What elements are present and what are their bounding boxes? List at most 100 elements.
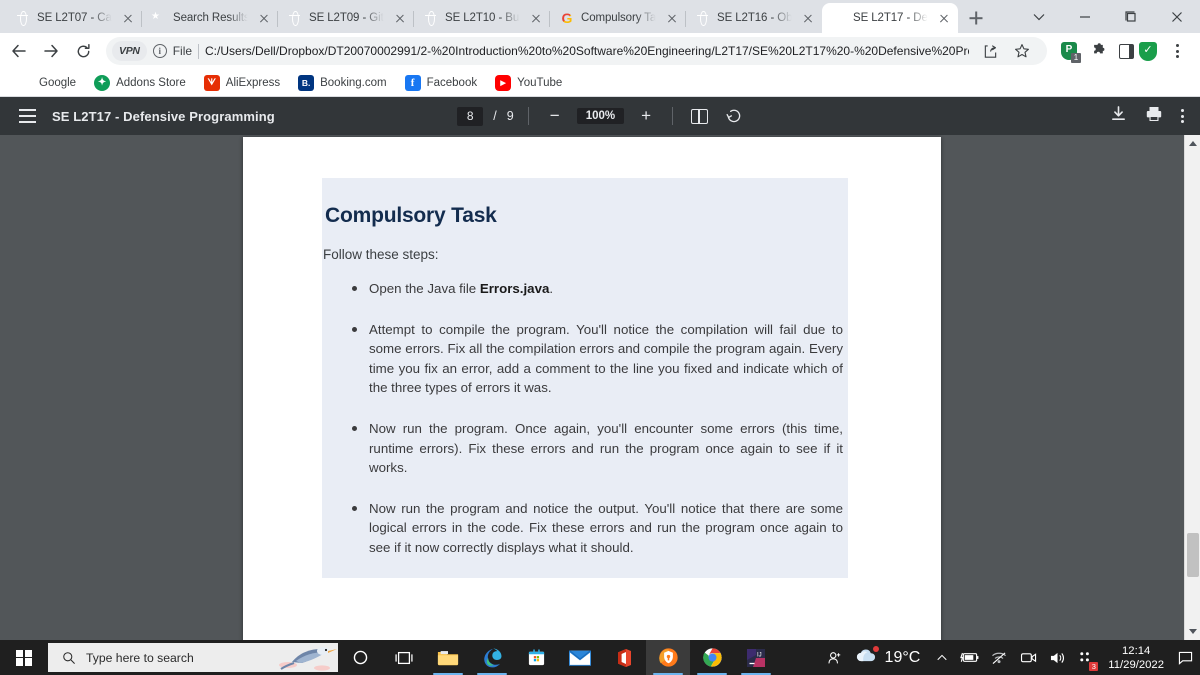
print-icon[interactable] <box>1145 105 1163 128</box>
scroll-up-button[interactable] <box>1185 135 1200 152</box>
forward-arrow-icon[interactable] <box>36 36 66 66</box>
tab-title: SE L2T10 - Build y <box>445 12 522 24</box>
close-icon[interactable] <box>120 10 136 26</box>
weather-widget[interactable]: 19°C <box>849 646 931 668</box>
bookmark-google[interactable]: G Google <box>8 71 85 95</box>
bookmark-label: Facebook <box>426 76 478 89</box>
tab-title: SE L2T16 - Objec <box>717 12 794 24</box>
divider <box>198 43 200 59</box>
browser-tab-7-active[interactable]: SE L2T17 - Defen <box>822 3 958 33</box>
address-bar[interactable]: VPN i File C:/Users/Dell/Dropbox/DT20070… <box>106 37 1047 65</box>
google-chrome-icon[interactable] <box>690 640 734 675</box>
google-icon: G <box>20 75 30 90</box>
avast-shield-icon[interactable] <box>1139 41 1157 61</box>
hamburger-menu-icon[interactable] <box>10 99 44 133</box>
tab-strip: SE L2T07 - Capsto Search Results | C SE … <box>0 0 1200 33</box>
microsoft-edge-icon[interactable] <box>470 640 514 675</box>
zoom-level-label[interactable]: 100% <box>576 108 625 124</box>
url-text: C:/Users/Dell/Dropbox/DT20070002991/2-%2… <box>205 44 969 58</box>
divider <box>672 107 674 125</box>
windows-start-icon[interactable] <box>0 640 48 675</box>
fit-to-page-icon[interactable] <box>687 104 711 128</box>
windows-taskbar: Type here to search IJ 19°C 3 12:14 11/2… <box>0 640 1200 675</box>
scroll-down-button[interactable] <box>1185 623 1200 640</box>
browser-tab-2[interactable]: Search Results | C <box>142 3 278 33</box>
pdf-scroll-area[interactable]: Compulsory Task Follow these steps: Open… <box>0 135 1200 642</box>
browser-tab-5[interactable]: G Compulsory Task <box>550 3 686 33</box>
puzzle-icon[interactable] <box>1084 36 1114 66</box>
three-dot-menu-icon[interactable] <box>1162 36 1192 66</box>
browser-tab-6[interactable]: SE L2T16 - Objec <box>686 3 822 33</box>
browser-tab-4[interactable]: SE L2T10 - Build y <box>414 3 550 33</box>
youtube-icon: ▶ <box>495 74 512 91</box>
close-icon[interactable] <box>664 10 680 26</box>
bookmark-booking[interactable]: B. Booking.com <box>289 71 395 95</box>
bookmark-addons-store[interactable]: ✦ Addons Store <box>85 71 195 95</box>
chevron-up-icon[interactable] <box>930 640 954 675</box>
facebook-icon: f <box>404 74 421 91</box>
bookmark-star-icon[interactable] <box>1007 37 1037 65</box>
new-tab-button[interactable] <box>962 4 990 32</box>
system-tray: 19°C 3 12:14 11/29/2022 <box>821 640 1200 675</box>
vertical-scrollbar[interactable] <box>1184 135 1200 640</box>
bookmark-label: AliExpress <box>225 76 281 89</box>
people-icon[interactable] <box>821 640 849 675</box>
list-item: Now run the program and notice the outpu… <box>323 499 847 558</box>
back-arrow-icon[interactable] <box>4 36 34 66</box>
bookmark-youtube[interactable]: ▶ YouTube <box>486 71 571 95</box>
pdf-page-controls: 8 / 9 − 100% + <box>457 104 745 128</box>
scrollbar-thumb[interactable] <box>1187 533 1199 577</box>
list-item: Now run the program. Once again, you'll … <box>323 419 847 478</box>
close-button[interactable] <box>1154 0 1200 33</box>
zoom-out-button[interactable]: − <box>543 104 567 128</box>
share-icon[interactable] <box>975 37 1005 65</box>
maximize-button[interactable] <box>1108 0 1154 33</box>
site-info-icon[interactable]: i <box>152 44 167 58</box>
bookmark-facebook[interactable]: f Facebook <box>396 71 487 95</box>
mail-icon[interactable] <box>558 640 602 675</box>
intro-text: Follow these steps: <box>323 247 439 262</box>
updates-icon[interactable]: 3 <box>1072 640 1100 675</box>
volume-icon[interactable] <box>1043 640 1072 675</box>
file-explorer-icon[interactable] <box>426 640 470 675</box>
browser-tab-1[interactable]: SE L2T07 - Capsto <box>6 3 142 33</box>
close-icon[interactable] <box>800 10 816 26</box>
close-icon[interactable] <box>528 10 544 26</box>
close-icon[interactable] <box>256 10 272 26</box>
battery-charging-icon[interactable] <box>954 640 985 675</box>
browser-tab-3[interactable]: SE L2T09 - Git Bas <box>278 3 414 33</box>
clock[interactable]: 12:14 11/29/2022 <box>1100 644 1172 672</box>
side-panel-icon[interactable] <box>1119 43 1134 59</box>
network-icon[interactable] <box>985 640 1014 675</box>
close-icon[interactable] <box>936 10 952 26</box>
current-page-input[interactable]: 8 <box>457 106 484 126</box>
clock-date: 11/29/2022 <box>1108 658 1164 671</box>
task-view-icon[interactable] <box>382 640 426 675</box>
avast-secure-browser-icon[interactable] <box>646 640 690 675</box>
addons-icon: ✦ <box>94 74 111 91</box>
intellij-idea-icon[interactable]: IJ <box>734 640 778 675</box>
password-manager-icon[interactable]: 1 <box>1061 41 1081 63</box>
vpn-indicator[interactable]: VPN <box>112 41 147 61</box>
search-icon <box>63 651 75 664</box>
microsoft-store-icon[interactable] <box>514 640 558 675</box>
cortana-icon[interactable] <box>338 640 382 675</box>
tab-title: Compulsory Task <box>581 12 658 24</box>
extension-icons: 1 <box>1055 36 1192 66</box>
download-icon[interactable] <box>1110 105 1127 127</box>
reload-icon[interactable] <box>68 36 98 66</box>
window-controls <box>1016 0 1200 33</box>
camera-icon[interactable] <box>1014 640 1043 675</box>
bookmark-aliexpress[interactable]: ᗐ AliExpress <box>195 71 289 95</box>
microsoft-office-icon[interactable] <box>602 640 646 675</box>
zoom-in-button[interactable]: + <box>634 104 658 128</box>
pdf-more-menu-icon[interactable] <box>1181 109 1184 123</box>
search-input[interactable]: Type here to search <box>48 643 338 672</box>
bookmark-label: YouTube <box>517 76 563 89</box>
tab-search-icon[interactable] <box>1016 0 1062 33</box>
clock-time: 12:14 <box>1122 644 1151 657</box>
close-icon[interactable] <box>392 10 408 26</box>
rotate-icon[interactable] <box>721 104 745 128</box>
minimize-button[interactable] <box>1062 0 1108 33</box>
notification-icon[interactable] <box>1172 640 1198 675</box>
